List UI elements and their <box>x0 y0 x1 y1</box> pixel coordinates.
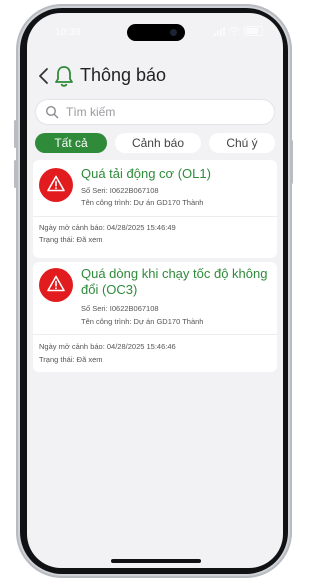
filter-tabs: Tất cả Cảnh báo Chú ý <box>35 133 283 155</box>
search-icon <box>45 105 59 119</box>
tab-attention[interactable]: Chú ý <box>209 133 275 153</box>
tab-warnings[interactable]: Cảnh báo <box>115 133 201 153</box>
alert-title: Quá tải động cơ (OL1) <box>81 166 211 181</box>
alert-project: Tên công trình: Dự án GD170 Thành <box>81 317 204 326</box>
status-bar: 10:39 <box>27 13 283 49</box>
page-title: Thông báo <box>80 65 167 85</box>
battery-icon <box>244 26 263 36</box>
search-placeholder: Tìm kiếm <box>66 105 116 119</box>
dynamic-island <box>127 24 185 41</box>
page-header: Thông báo <box>27 61 283 91</box>
bell-icon <box>55 66 73 87</box>
alert-serial: Số Seri: I0622B067108 <box>81 304 159 313</box>
alert-card[interactable]: Quá dòng khi chạy tốc độ không đổi (OC3)… <box>33 262 277 372</box>
wifi-icon <box>229 26 240 36</box>
alert-status: Trạng thái: Đã xem <box>39 355 103 364</box>
warning-icon <box>39 168 73 202</box>
status-time: 10:39 <box>55 27 81 38</box>
card-divider <box>33 216 277 217</box>
home-indicator[interactable] <box>111 559 201 563</box>
tab-all[interactable]: Tất cả <box>35 133 107 153</box>
alert-title: Quá dòng khi chạy tốc độ không đổi (OC3) <box>81 266 268 297</box>
back-chevron-icon[interactable] <box>35 65 53 87</box>
phone-side-button <box>14 160 17 188</box>
warning-icon <box>39 268 73 302</box>
alert-opened-date: Ngày mở cảnh báo: 04/28/2025 15:46:46 <box>39 342 176 351</box>
status-icons <box>214 26 263 36</box>
alert-opened-date: Ngày mở cảnh báo: 04/28/2025 15:46:49 <box>39 223 176 232</box>
alert-serial: Số Seri: I0622B067108 <box>81 186 159 195</box>
phone-power-button <box>290 140 293 184</box>
signal-icon <box>214 26 225 36</box>
search-input[interactable]: Tìm kiếm <box>35 99 275 125</box>
card-divider <box>33 334 277 335</box>
alert-card[interactable]: Quá tải động cơ (OL1) Số Seri: I0622B067… <box>33 160 277 258</box>
alert-status: Trạng thái: Đã xem <box>39 235 103 244</box>
alert-project: Tên công trình: Dự án GD170 Thành <box>81 198 204 207</box>
app-screen: 10:39 Thông báo Tìm kiếm Tất cả Cảnh báo… <box>27 13 283 568</box>
phone-side-button <box>14 120 17 148</box>
